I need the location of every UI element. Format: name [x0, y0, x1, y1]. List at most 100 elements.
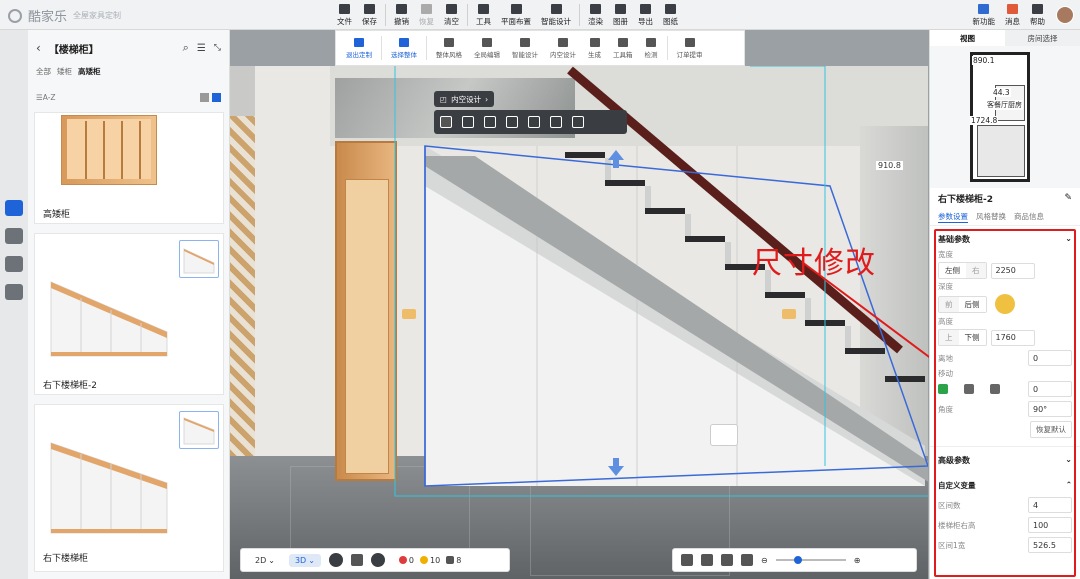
resize-icon[interactable] — [440, 116, 452, 128]
tab-room-select[interactable]: 房间选择 — [1005, 30, 1080, 46]
smart-design-sub-button[interactable]: 智能设计 — [506, 37, 544, 59]
collapse-icon[interactable]: ⤡ — [214, 43, 221, 53]
tab-low-cabinet[interactable]: 矮柜 — [57, 66, 72, 77]
tab-view[interactable]: 视图 — [930, 30, 1005, 46]
box-icon[interactable] — [5, 284, 23, 300]
tab-params[interactable]: 参数设置 — [938, 211, 968, 223]
height-anchor[interactable]: 上下侧 — [938, 329, 987, 346]
zoom-slider[interactable] — [775, 556, 846, 564]
save-button[interactable]: 保存 — [357, 2, 382, 28]
eye-icon[interactable] — [328, 553, 343, 567]
anchor-front[interactable]: 前 — [939, 296, 959, 312]
brush-icon[interactable] — [484, 116, 496, 128]
message-button[interactable]: 消息 — [1000, 2, 1025, 28]
replace-icon[interactable] — [710, 424, 738, 446]
reset-default-button[interactable]: 恢复默认 — [1030, 421, 1072, 438]
select-all-button[interactable]: 选择整体 — [385, 37, 423, 59]
file-button[interactable]: 文件 — [332, 2, 357, 28]
custom-input[interactable]: 4 — [1028, 497, 1072, 513]
tab-tall-low-cabinet[interactable]: 高矮柜 — [78, 66, 101, 77]
inner-space-button[interactable]: 内空设计 — [544, 37, 582, 59]
help-button[interactable]: 帮助 — [1025, 2, 1050, 28]
back-icon[interactable]: ‹ — [36, 41, 41, 55]
detect-button[interactable]: 检测 — [639, 37, 664, 59]
move-input[interactable]: 0 — [1028, 381, 1072, 397]
view-3d-button[interactable]: 3D ⌄ — [288, 553, 321, 567]
toolbox-button[interactable]: 工具箱 — [607, 37, 639, 59]
list-item[interactable]: 高矮柜 — [34, 112, 224, 224]
cabinet-category-icon[interactable] — [5, 200, 23, 216]
material-icon[interactable] — [506, 116, 518, 128]
crown-icon[interactable] — [5, 228, 23, 244]
variant-thumbnail[interactable] — [179, 240, 219, 278]
anchor-right[interactable]: 右 — [966, 263, 986, 278]
sort-button[interactable]: ☰A-Z — [36, 93, 56, 104]
clear-button[interactable]: 清空 — [439, 2, 464, 28]
drawing-button[interactable]: 图纸 — [658, 2, 683, 28]
custom-input[interactable]: 526.5 — [1028, 537, 1072, 553]
tab-product[interactable]: 商品信息 — [1014, 211, 1044, 222]
cube-icon[interactable] — [350, 554, 363, 566]
tab-all[interactable]: 全部 — [36, 66, 51, 77]
style-button[interactable]: 整体风格 — [430, 37, 468, 59]
generate-button[interactable]: 生成 — [582, 37, 607, 59]
undo-button[interactable]: 撤销 — [389, 2, 414, 28]
zoom-out-icon[interactable]: ⊖ — [761, 556, 768, 565]
exit-custom-button[interactable]: 退出定制 — [340, 37, 378, 59]
custom-variables-section[interactable]: 自定义变量 ⌃ — [930, 470, 1080, 495]
move-y-icon[interactable] — [964, 384, 974, 394]
arrow-up-icon[interactable] — [608, 150, 624, 168]
arrow-left-icon[interactable] — [402, 309, 416, 319]
hide-icon[interactable] — [572, 116, 584, 128]
fit-view-icon[interactable] — [741, 554, 753, 566]
layout-button[interactable]: 平面布置 — [496, 2, 536, 28]
width-anchor[interactable]: 左侧右 — [938, 262, 987, 279]
move-x-icon[interactable] — [938, 384, 948, 394]
search-icon[interactable]: ⌕ — [183, 41, 189, 55]
depth-anchor[interactable]: 前后侧 — [938, 295, 987, 313]
list-item[interactable]: 右下楼梯柜-2 — [34, 233, 224, 395]
redo-button[interactable]: 恢复 — [414, 2, 439, 28]
grid-view-icon[interactable] — [200, 93, 209, 102]
status-counts[interactable]: 0 10 8 — [393, 554, 467, 567]
new-feature-button[interactable]: 新功能 — [968, 2, 1001, 28]
app-logo[interactable]: 酷家乐 全屋家具定制 — [8, 6, 121, 25]
inner-design-tag[interactable]: ◰ 内空设计 › — [434, 91, 495, 107]
edit-icon[interactable]: ✎ — [1064, 193, 1072, 203]
width-input[interactable]: 2250 — [990, 262, 1035, 279]
basic-params-section[interactable]: 基础参数 ⌄ — [930, 226, 1080, 249]
tools-button[interactable]: 工具 — [471, 2, 496, 28]
render-button[interactable]: 渲染 — [583, 2, 608, 28]
toggle-icon[interactable] — [681, 554, 693, 566]
floor-height-input[interactable]: 0 — [1028, 350, 1072, 366]
list-view-icon[interactable] — [212, 93, 221, 102]
avatar[interactable] — [1056, 6, 1074, 24]
custom-input[interactable]: 100 — [1028, 517, 1072, 533]
angle-select[interactable]: 90° — [1028, 401, 1072, 417]
settings-icon[interactable] — [721, 554, 733, 566]
global-edit-button[interactable]: 全局编辑 — [468, 37, 506, 59]
anchor-back[interactable]: 后侧 — [958, 296, 986, 312]
album-button[interactable]: 图册 — [608, 2, 633, 28]
anchor-top[interactable]: 上 — [939, 330, 959, 345]
zoom-in-icon[interactable]: ⊕ — [854, 556, 861, 565]
anchor-bottom[interactable]: 下侧 — [958, 330, 986, 345]
snapshot-icon[interactable] — [701, 554, 713, 566]
filter-icon[interactable]: ☰ — [197, 43, 206, 54]
height-input[interactable]: 1760 — [990, 329, 1035, 346]
arrow-right-icon[interactable] — [782, 309, 796, 319]
compass-icon[interactable] — [370, 553, 385, 567]
export-button[interactable]: 导出 — [633, 2, 658, 28]
move-z-icon[interactable] — [990, 384, 1000, 394]
tab-style[interactable]: 风格替换 — [976, 211, 1006, 222]
arrow-down-icon[interactable] — [608, 458, 624, 476]
advanced-params-section[interactable]: 高级参数 ⌄ — [930, 446, 1080, 470]
smart-design-button[interactable]: 智能设计 — [536, 2, 576, 28]
order-review-button[interactable]: 订单提审 — [671, 37, 709, 59]
trash-icon[interactable] — [550, 116, 562, 128]
add-icon[interactable] — [462, 116, 474, 128]
anchor-left[interactable]: 左侧 — [939, 263, 966, 278]
variant-thumbnail[interactable] — [179, 411, 219, 449]
star-icon[interactable] — [528, 116, 540, 128]
list-item[interactable]: 右下楼梯柜 — [34, 404, 224, 572]
